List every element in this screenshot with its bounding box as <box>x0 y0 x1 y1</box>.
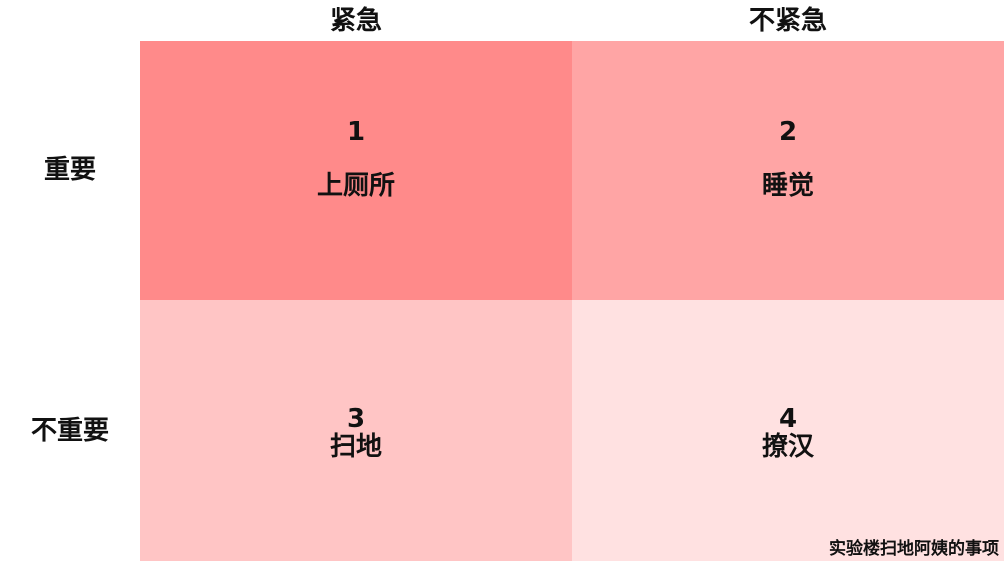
quadrant-number: 3 <box>346 404 366 434</box>
caption: 实验楼扫地阿姨的事项 <box>829 539 999 559</box>
column-header-not-urgent: 不紧急 <box>748 6 827 36</box>
row-header-important: 重要 <box>43 155 96 185</box>
quadrant-urgent-not-important: 3 扫地 <box>140 300 572 561</box>
row-header-not-important: 不重要 <box>30 415 109 446</box>
quadrant-label: 上厕所 <box>316 171 395 201</box>
quadrant-number: 4 <box>778 404 798 434</box>
quadrant-not-urgent-not-important: 4 撩汉 <box>572 300 1004 561</box>
quadrant-urgent-important: 1 上厕所 <box>140 41 572 300</box>
column-header-urgent: 紧急 <box>329 6 382 36</box>
quadrant-label: 扫地 <box>329 432 382 462</box>
quadrant-label: 睡觉 <box>761 171 814 201</box>
quadrant-number: 2 <box>778 117 798 147</box>
quadrant-not-urgent-important: 2 睡觉 <box>572 41 1004 300</box>
quadrant-number: 1 <box>346 117 366 147</box>
quadrant-label: 撩汉 <box>761 432 814 462</box>
